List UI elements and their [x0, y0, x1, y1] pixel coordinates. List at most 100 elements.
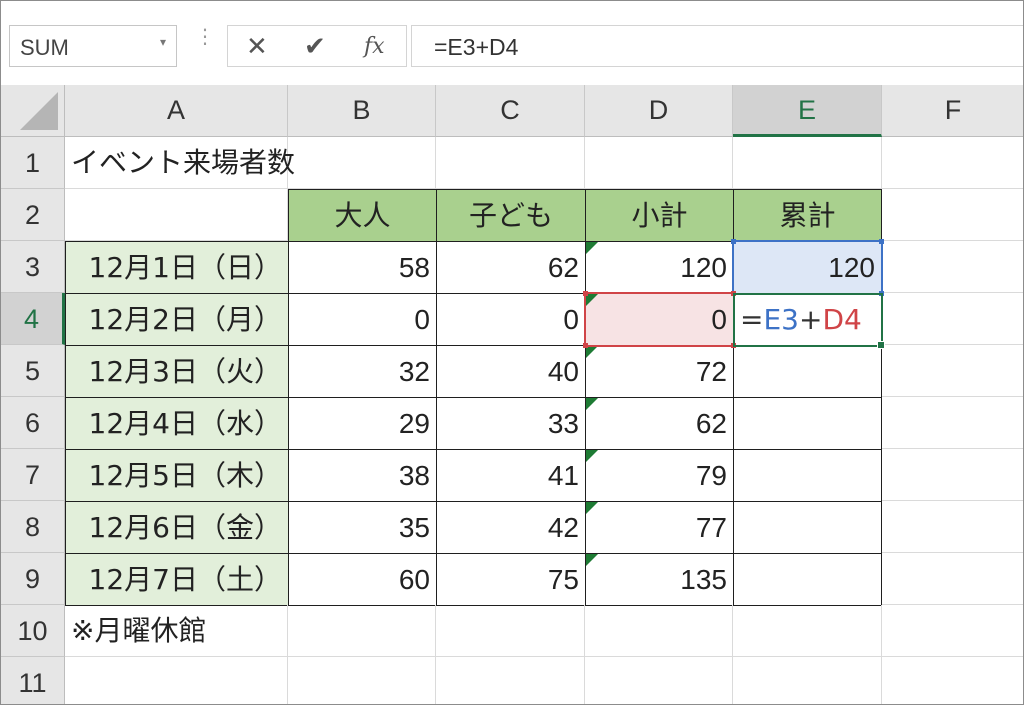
adults-cell[interactable]: 35: [288, 501, 437, 554]
subtotal-cell[interactable]: 72: [585, 345, 734, 398]
header-adults[interactable]: 大人: [288, 189, 437, 242]
column-header-a[interactable]: A: [65, 85, 288, 137]
formula-warning-icon: [586, 502, 598, 514]
insert-function-icon[interactable]: fx: [364, 34, 385, 59]
cell-a11[interactable]: [65, 657, 288, 704]
date-cell[interactable]: 12月2日（月）: [65, 293, 289, 346]
header-cumulative[interactable]: 累計: [733, 189, 882, 242]
row-header-11[interactable]: 11: [1, 657, 65, 704]
cell-c1[interactable]: [436, 137, 585, 189]
enter-icon[interactable]: ✔: [304, 32, 326, 62]
subtotal-value: 62: [695, 408, 727, 439]
cell-d1[interactable]: [585, 137, 733, 189]
adults-cell[interactable]: 32: [288, 345, 437, 398]
cell-f8[interactable]: [882, 501, 1023, 553]
date-cell[interactable]: 12月1日（日）: [65, 241, 289, 294]
formula-warning-icon: [586, 554, 598, 566]
cumulative-cell-e3[interactable]: 120: [733, 241, 882, 294]
row-header-2[interactable]: 2: [1, 189, 65, 241]
cell-a2[interactable]: [65, 189, 288, 241]
children-cell[interactable]: 0: [436, 293, 586, 346]
cumulative-cell[interactable]: [733, 345, 882, 398]
cell-d11[interactable]: [585, 657, 733, 704]
column-header-d[interactable]: D: [585, 85, 733, 137]
children-cell[interactable]: 40: [436, 345, 586, 398]
children-cell[interactable]: 42: [436, 501, 586, 554]
cell-f7[interactable]: [882, 449, 1023, 501]
row-header-3[interactable]: 3: [1, 241, 65, 293]
column-header-c[interactable]: C: [436, 85, 585, 137]
adults-cell[interactable]: 60: [288, 553, 437, 606]
subtotal-cell[interactable]: 120: [585, 241, 734, 294]
children-cell[interactable]: 41: [436, 449, 586, 502]
active-cell-e4[interactable]: =E3+D4: [733, 293, 882, 346]
column-header-b[interactable]: B: [288, 85, 436, 137]
cumulative-cell[interactable]: [733, 553, 882, 606]
cell-b11[interactable]: [288, 657, 436, 704]
cell-f2[interactable]: [882, 189, 1023, 241]
cell-e10[interactable]: [733, 605, 882, 657]
cell-c10[interactable]: [436, 605, 585, 657]
cancel-icon[interactable]: ✕: [246, 32, 268, 62]
cumulative-cell[interactable]: [733, 449, 882, 502]
cell-a10[interactable]: ※月曜休館: [65, 605, 288, 657]
subtotal-cell[interactable]: 62: [585, 397, 734, 450]
formula-warning-icon: [586, 242, 598, 254]
cell-f6[interactable]: [882, 397, 1023, 449]
date-cell[interactable]: 12月5日（木）: [65, 449, 289, 502]
column-header-e[interactable]: E: [733, 85, 882, 137]
row-header-8[interactable]: 8: [1, 501, 65, 553]
name-box[interactable]: SUM ▾: [9, 25, 177, 67]
cumulative-cell[interactable]: [733, 501, 882, 554]
subtotal-cell[interactable]: 79: [585, 449, 734, 502]
cell-e1[interactable]: [733, 137, 882, 189]
adults-cell[interactable]: 0: [288, 293, 437, 346]
cell-e11[interactable]: [733, 657, 882, 704]
cell-f3[interactable]: [882, 241, 1023, 293]
row-header-5[interactable]: 5: [1, 345, 65, 397]
cell-b10[interactable]: [288, 605, 436, 657]
cell-f11[interactable]: [882, 657, 1023, 704]
children-cell[interactable]: 62: [436, 241, 586, 294]
chevron-down-icon[interactable]: ▾: [160, 35, 166, 49]
cell-f9[interactable]: [882, 553, 1023, 605]
subtotal-value: 79: [695, 460, 727, 491]
select-all-button[interactable]: [1, 85, 65, 137]
drag-handle-icon[interactable]: ⋮: [195, 26, 215, 46]
row-header-7[interactable]: 7: [1, 449, 65, 501]
subtotal-cell[interactable]: 77: [585, 501, 734, 554]
formula-input[interactable]: =E3+D4: [411, 25, 1023, 67]
date-cell[interactable]: 12月7日（土）: [65, 553, 289, 606]
row-header-9[interactable]: 9: [1, 553, 65, 605]
row-header-10[interactable]: 10: [1, 605, 65, 657]
cell-b1[interactable]: [288, 137, 436, 189]
column-header-f[interactable]: F: [882, 85, 1023, 137]
adults-cell[interactable]: 58: [288, 241, 437, 294]
date-cell[interactable]: 12月6日（金）: [65, 501, 289, 554]
cell-d10[interactable]: [585, 605, 733, 657]
row-header-6[interactable]: 6: [1, 397, 65, 449]
cell-a1[interactable]: イベント来場者数: [65, 137, 295, 189]
formula-buttons: ✕ ✔ fx: [227, 25, 407, 67]
adults-cell[interactable]: 38: [288, 449, 437, 502]
formula-operator: +: [798, 303, 823, 336]
formula-ref-d4: D4: [822, 303, 862, 336]
cell-c11[interactable]: [436, 657, 585, 704]
cell-f4[interactable]: [882, 293, 1023, 345]
subtotal-cell-d4[interactable]: 0: [585, 293, 734, 346]
date-cell[interactable]: 12月3日（火）: [65, 345, 289, 398]
subtotal-cell[interactable]: 135: [585, 553, 734, 606]
adults-cell[interactable]: 29: [288, 397, 437, 450]
cell-f1[interactable]: [882, 137, 1023, 189]
row-header-4[interactable]: 4: [1, 293, 65, 345]
children-cell[interactable]: 75: [436, 553, 586, 606]
excel-window: SUM ▾ ⋮ ✕ ✔ fx =E3+D4 A B C D E F 1 2 3 …: [0, 0, 1024, 705]
header-children[interactable]: 子ども: [436, 189, 586, 242]
cumulative-cell[interactable]: [733, 397, 882, 450]
row-header-1[interactable]: 1: [1, 137, 65, 189]
cell-f10[interactable]: [882, 605, 1023, 657]
children-cell[interactable]: 33: [436, 397, 586, 450]
cell-f5[interactable]: [882, 345, 1023, 397]
header-subtotal[interactable]: 小計: [585, 189, 734, 242]
date-cell[interactable]: 12月4日（水）: [65, 397, 289, 450]
